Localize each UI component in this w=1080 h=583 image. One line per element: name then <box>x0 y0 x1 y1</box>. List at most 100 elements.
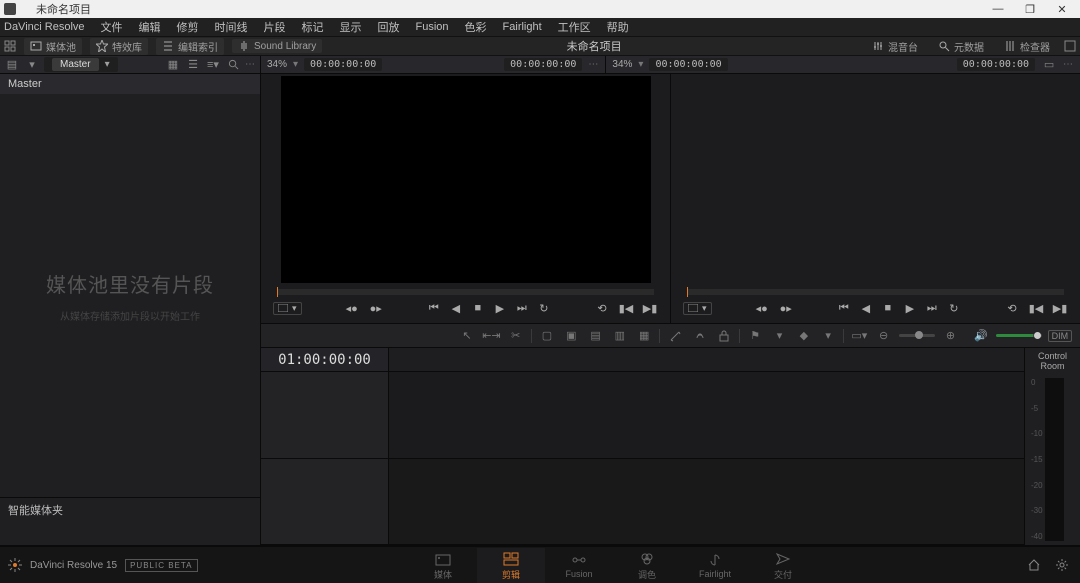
marker-icon[interactable]: ◆ <box>795 327 813 345</box>
home-icon[interactable] <box>1026 557 1042 573</box>
maximize-button[interactable]: ❐ <box>1020 3 1040 16</box>
loop-icon[interactable]: ↻ <box>946 300 962 316</box>
play-reverse-icon[interactable]: ◀ <box>448 300 464 316</box>
more-icon[interactable]: ⋯ <box>1063 59 1074 70</box>
loop-icon[interactable]: ↻ <box>536 300 552 316</box>
track-body[interactable] <box>389 459 1024 545</box>
search-icon[interactable] <box>225 57 241 73</box>
out-point-icon[interactable]: ●▸ <box>778 300 794 316</box>
close-button[interactable]: ✕ <box>1052 3 1072 16</box>
menu-timeline[interactable]: 时间线 <box>207 19 256 35</box>
match-frame-icon[interactable]: ⟲ <box>1004 300 1020 316</box>
volume-slider[interactable] <box>996 334 1042 337</box>
source-scrubber[interactable] <box>277 289 654 295</box>
zoom-slider[interactable] <box>899 334 936 337</box>
menu-edit[interactable]: 编辑 <box>131 19 169 35</box>
match-frame-icon[interactable]: ⟲ <box>594 300 610 316</box>
stop-icon[interactable]: ■ <box>470 300 486 316</box>
menu-fairlight[interactable]: Fairlight <box>495 21 550 33</box>
play-reverse-icon[interactable]: ◀ <box>858 300 874 316</box>
chevron-down-icon[interactable]: ▾ <box>638 59 643 70</box>
sound-library-toggle[interactable]: Sound Library <box>232 39 322 53</box>
out-point-icon[interactable]: ●▸ <box>368 300 384 316</box>
source-zoom[interactable]: 34% <box>267 59 287 70</box>
menu-fusion[interactable]: Fusion <box>408 21 457 33</box>
first-frame-icon[interactable]: ⏮ <box>836 300 852 316</box>
in-point-icon[interactable]: ◂● <box>344 300 360 316</box>
timeline-view-icon[interactable]: ▭▾ <box>850 327 868 345</box>
slider-knob[interactable] <box>1034 332 1041 339</box>
flag-icon[interactable]: ⚑ <box>746 327 764 345</box>
source-canvas[interactable] <box>281 76 651 283</box>
append-end-icon[interactable]: ▦ <box>635 327 653 345</box>
play-icon[interactable]: ▶ <box>902 300 918 316</box>
prev-mark-icon[interactable]: ▮◀ <box>618 300 634 316</box>
minimize-button[interactable]: — <box>988 3 1008 16</box>
chevron-down-icon[interactable]: ▾ <box>24 57 40 73</box>
bin-name[interactable]: Master <box>0 74 260 94</box>
insert-clip-icon[interactable]: ▢ <box>538 327 556 345</box>
track-header[interactable] <box>261 459 389 545</box>
chevron-down-icon[interactable]: ▾ <box>293 59 298 70</box>
tab-color[interactable]: 调色 <box>613 548 681 583</box>
menu-help[interactable]: 帮助 <box>599 19 637 35</box>
blade-tool-icon[interactable] <box>666 327 684 345</box>
menu-view[interactable]: 显示 <box>332 19 370 35</box>
zoom-out-icon[interactable]: ⊖ <box>874 327 892 345</box>
mixer-toggle[interactable]: 混音台 <box>866 39 924 54</box>
list-view-icon[interactable]: ☰ <box>185 57 201 73</box>
single-viewer-icon[interactable]: ▭ <box>1041 57 1057 73</box>
replace-clip-icon[interactable]: ▤ <box>586 327 604 345</box>
lock-icon[interactable] <box>715 327 733 345</box>
overwrite-clip-icon[interactable]: ▣ <box>562 327 580 345</box>
link-clips-icon[interactable] <box>691 327 709 345</box>
blade-tool-icon[interactable]: ✂ <box>507 327 525 345</box>
sort-icon[interactable]: ≡▾ <box>205 57 221 73</box>
speaker-icon[interactable]: 🔊 <box>972 327 990 345</box>
last-frame-icon[interactable]: ⏭ <box>514 300 530 316</box>
program-scrubber[interactable] <box>687 289 1064 295</box>
viewer-mode-dropdown[interactable]: ▾ <box>273 302 302 315</box>
metadata-toggle[interactable]: 元数据 <box>932 39 990 54</box>
menu-workspace[interactable]: 工作区 <box>550 19 599 35</box>
more-icon[interactable]: ⋯ <box>245 59 256 70</box>
list-view-icon[interactable]: ▤ <box>4 57 20 73</box>
program-zoom[interactable]: 34% <box>612 59 632 70</box>
stop-icon[interactable]: ■ <box>880 300 896 316</box>
chevron-down-icon[interactable]: ▾ <box>770 327 788 345</box>
fullscreen-icon[interactable] <box>1064 40 1076 52</box>
fit-to-fill-icon[interactable]: ▥ <box>611 327 629 345</box>
tab-media[interactable]: 媒体 <box>409 548 477 583</box>
effects-toggle[interactable]: 特效库 <box>90 38 148 55</box>
trim-tool-icon[interactable]: ⇤⇥ <box>482 327 500 345</box>
slider-knob[interactable] <box>915 331 923 339</box>
play-icon[interactable]: ▶ <box>492 300 508 316</box>
bin-dropdown[interactable]: Master ▾ <box>44 57 118 72</box>
menu-playback[interactable]: 回放 <box>370 19 408 35</box>
track-header[interactable] <box>261 372 389 458</box>
zoom-in-icon[interactable]: ⊕ <box>941 327 959 345</box>
dim-button[interactable]: DIM <box>1048 330 1073 342</box>
inspector-toggle[interactable]: 检查器 <box>998 39 1056 54</box>
in-point-icon[interactable]: ◂● <box>754 300 770 316</box>
tab-fusion[interactable]: Fusion <box>545 549 613 581</box>
menu-trim[interactable]: 修剪 <box>169 19 207 35</box>
menu-clip[interactable]: 片段 <box>256 19 294 35</box>
prev-mark-icon[interactable]: ▮◀ <box>1028 300 1044 316</box>
playhead-marker[interactable] <box>277 287 278 297</box>
tab-edit[interactable]: 剪辑 <box>477 548 545 583</box>
gear-icon[interactable] <box>1054 557 1070 573</box>
thumb-view-icon[interactable]: ▦ <box>165 57 181 73</box>
track-body[interactable] <box>389 372 1024 458</box>
more-icon[interactable]: ⋯ <box>588 59 599 70</box>
chevron-down-icon[interactable]: ▾ <box>819 327 837 345</box>
playhead-marker[interactable] <box>687 287 688 297</box>
timeline-timecode[interactable]: 01:00:00:00 <box>261 348 389 371</box>
viewer-mode-dropdown[interactable]: ▾ <box>683 302 712 315</box>
menu-file[interactable]: 文件 <box>93 19 131 35</box>
timeline-ruler[interactable] <box>389 348 1024 371</box>
media-pool-toggle[interactable]: 媒体池 <box>24 38 82 55</box>
expand-panel-icon[interactable] <box>4 40 16 52</box>
tab-deliver[interactable]: 交付 <box>749 548 817 583</box>
tab-fairlight[interactable]: Fairlight <box>681 549 749 581</box>
